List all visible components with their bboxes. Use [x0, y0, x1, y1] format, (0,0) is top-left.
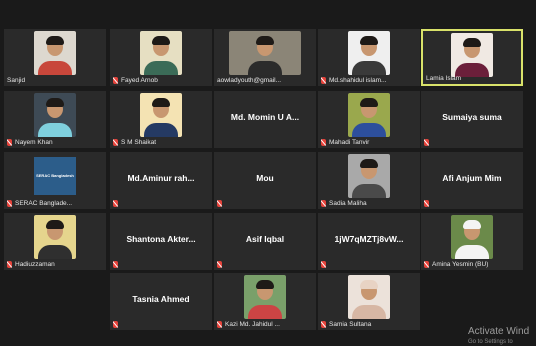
participant-label	[113, 321, 209, 328]
watermark-title: Activate Wind	[468, 326, 530, 337]
participant-tile-hadiuzzaman[interactable]: Hadiuzzaman	[4, 213, 106, 270]
participant-label: S M Shaikat	[113, 139, 209, 146]
participant-tile-mou[interactable]: Mou	[214, 152, 316, 209]
participant-video	[34, 31, 76, 75]
participant-tile-sm-shaikat[interactable]: S M Shaikat	[110, 91, 212, 148]
participant-name: Afi Anjum Mim	[442, 173, 502, 183]
muted-mic-icon	[113, 200, 118, 207]
participant-label	[217, 200, 313, 207]
muted-mic-icon	[113, 77, 118, 84]
participant-name: 1jW7qMZTj8vW...	[334, 234, 404, 244]
participant-name: Shantona Akter...	[126, 234, 196, 244]
muted-mic-icon	[424, 261, 429, 268]
participant-tile-aowladyouth[interactable]: aowladyouth@gmail...	[214, 29, 316, 86]
participant-tile-afi-anjum-mim[interactable]: Afi Anjum Mim	[421, 152, 523, 209]
participant-tile-kazi-md-jahidul[interactable]: Kazi Md. Jahidul ...	[214, 273, 316, 330]
participant-label	[113, 261, 209, 268]
participant-tile-lamia-islam[interactable]: Lamia Islam	[421, 29, 523, 86]
windows-activation-watermark: Activate Wind Go to Settings to	[468, 326, 534, 346]
participant-tile-amina-yesmin[interactable]: Amina Yesmin (BU)	[421, 213, 523, 270]
participant-label: Sanjid	[7, 77, 26, 84]
participant-name: Md. Momin U A...	[230, 112, 300, 122]
muted-mic-icon	[113, 321, 118, 328]
participant-video	[34, 93, 76, 137]
participant-tile-md-shahidul[interactable]: Md.shahidul islam...	[318, 29, 420, 86]
participant-label	[217, 261, 313, 268]
participant-video	[229, 31, 301, 75]
participant-video	[348, 154, 390, 198]
muted-mic-icon	[321, 77, 326, 84]
participant-tile-sanjid[interactable]: Sanjid	[4, 29, 106, 86]
participant-tile-asif-iqbal[interactable]: Asif Iqbal	[214, 213, 316, 270]
participant-video	[348, 31, 390, 75]
participant-label: Mahadi Tanvir	[321, 139, 417, 146]
participant-video	[348, 93, 390, 137]
participant-label: Kazi Md. Jahidul ...	[217, 321, 313, 328]
participant-name: Tasnia Ahmed	[132, 294, 190, 304]
participant-name: Asif Iqbal	[245, 234, 285, 244]
muted-mic-icon	[7, 200, 12, 207]
participant-tile-serac-bangladesh[interactable]: SERAC Bangladesh SERAC Banglade...	[4, 152, 106, 209]
participant-tile-sumaiya-suma[interactable]: Sumaiya suma	[421, 91, 523, 148]
participant-label: Samia Sultana	[321, 321, 417, 328]
muted-mic-icon	[7, 139, 12, 146]
muted-mic-icon	[321, 139, 326, 146]
muted-mic-icon	[321, 321, 326, 328]
muted-mic-icon	[113, 261, 118, 268]
participant-tile-md-momin[interactable]: Md. Momin U A...	[214, 91, 316, 148]
participant-label: SERAC Banglade...	[7, 200, 103, 207]
muted-mic-icon	[217, 261, 222, 268]
participant-name: Mou	[256, 173, 274, 183]
participant-label: Md.shahidul islam...	[321, 77, 417, 84]
muted-mic-icon	[7, 261, 12, 268]
muted-mic-icon	[217, 321, 222, 328]
participant-label	[424, 139, 520, 146]
muted-mic-icon	[321, 200, 326, 207]
participant-tile-fayed-arnob[interactable]: Fayed Arnob	[110, 29, 212, 86]
participant-label	[321, 261, 417, 268]
participant-tile-nayem-khan[interactable]: Nayem Khan	[4, 91, 106, 148]
participant-video	[451, 215, 493, 259]
participant-tile-md-aminur[interactable]: Md.Aminur rah...	[110, 152, 212, 209]
participant-label: Amina Yesmin (BU)	[424, 261, 520, 268]
participant-label: aowladyouth@gmail...	[217, 77, 282, 84]
gallery-grid: Sanjid Fayed Arnob aowladyouth@gmail... …	[0, 0, 536, 343]
participant-label: Fayed Arnob	[113, 77, 209, 84]
muted-mic-icon	[424, 139, 429, 146]
muted-mic-icon	[424, 200, 429, 207]
participant-video	[244, 275, 286, 319]
participant-tile-1jw7qmztj8vw[interactable]: 1jW7qMZTj8vW...	[318, 213, 420, 270]
participant-video	[140, 93, 182, 137]
participant-label	[424, 200, 520, 207]
muted-mic-icon	[113, 139, 118, 146]
participant-tile-shantona-akter[interactable]: Shantona Akter...	[110, 213, 212, 270]
participant-tile-samia-sultana[interactable]: Samia Sultana	[318, 273, 420, 330]
participant-label: Sadia Maliha	[321, 200, 417, 207]
participant-label: Lamia Islam	[426, 75, 462, 82]
participant-video	[34, 215, 76, 259]
participant-video	[140, 31, 182, 75]
participant-name: Sumaiya suma	[442, 112, 502, 122]
participant-tile-mahadi-tanvir[interactable]: Mahadi Tanvir	[318, 91, 420, 148]
participant-video	[348, 275, 390, 319]
participant-video	[451, 33, 493, 77]
watermark-subtitle: Go to Settings to	[468, 339, 513, 345]
serac-logo: SERAC Bangladesh	[34, 157, 76, 195]
muted-mic-icon	[217, 200, 222, 207]
participant-name: Md.Aminur rah...	[127, 173, 195, 183]
participant-label: Hadiuzzaman	[7, 261, 103, 268]
participant-tile-sadia-maliha[interactable]: Sadia Maliha	[318, 152, 420, 209]
participant-label	[113, 200, 209, 207]
participant-label: Nayem Khan	[7, 139, 103, 146]
participant-tile-tasnia-ahmed[interactable]: Tasnia Ahmed	[110, 273, 212, 330]
muted-mic-icon	[321, 261, 326, 268]
